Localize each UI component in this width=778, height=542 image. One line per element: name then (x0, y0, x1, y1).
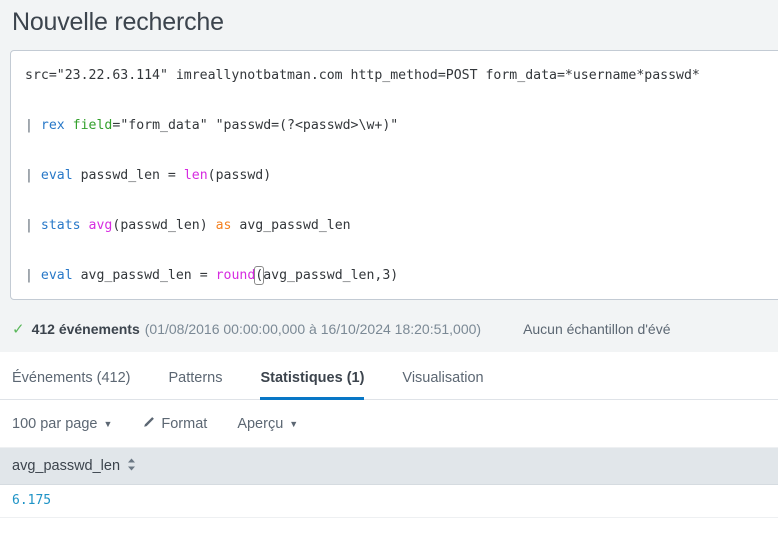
tab-patterns[interactable]: Patterns (168, 370, 222, 399)
page-title: Nouvelle recherche (12, 8, 224, 36)
per-page-dropdown[interactable]: 100 par page ▼ (12, 416, 112, 432)
spl-token-func: round (215, 268, 256, 283)
column-header-avg-passwd-len[interactable]: avg_passwd_len (0, 448, 778, 485)
tab-label: Visualisation (402, 370, 484, 386)
spl-token-pipe: | (25, 268, 41, 283)
tab-label: Patterns (168, 370, 223, 386)
sort-updown-icon[interactable] (127, 458, 136, 475)
spl-token-pipe: | (25, 118, 41, 133)
chevron-down-icon: ▼ (103, 419, 113, 429)
per-page-label: 100 par page (12, 415, 98, 432)
spl-token-cmd: rex (40, 118, 65, 133)
results-toolbar: 100 par page ▼ Format Aperçu ▼ (0, 400, 778, 448)
preview-label: Aperçu (237, 415, 284, 432)
check-icon: ✓ (12, 320, 25, 338)
table-cell: 6.175 (0, 484, 778, 518)
spl-token-plain: src="23.22.63.114" imreallynotbatman.com… (25, 68, 700, 83)
format-label: Format (161, 415, 208, 432)
results-tabs: Événements (412) Patterns Statistiques (1)… (0, 352, 778, 400)
tab-evenements[interactable]: Événements (412) (12, 370, 130, 399)
event-count-label: 412 événements (31, 321, 140, 337)
spl-token-cmd: stats (40, 218, 81, 233)
table-row: 6.175 (0, 484, 778, 518)
spl-token-plain: avg_passwd_len = (72, 268, 216, 283)
pencil-icon (142, 416, 155, 433)
preview-dropdown[interactable]: Aperçu ▼ (237, 416, 298, 432)
spl-token-cmd: eval (40, 168, 73, 183)
spl-token-func: len (183, 168, 208, 183)
tab-label: Statistiques (1) (260, 370, 365, 386)
spl-token-plain (81, 218, 89, 233)
results-panel: Événements (412) Patterns Statistiques (1)… (0, 352, 778, 542)
spl-token-plain: avg_passwd_len (231, 218, 351, 233)
event-sampling-label[interactable]: Aucun échantillon d'évé (523, 321, 670, 337)
spl-line[interactable]: | rex field="form_data" "passwd=(?<passw… (25, 101, 777, 151)
column-header-label: avg_passwd_len (12, 458, 121, 475)
spl-token-plain: (passwd) (207, 168, 272, 183)
spl-line[interactable]: | eval passwd_len = len(passwd) (25, 151, 777, 201)
spl-token-pipe: | (25, 168, 41, 183)
statistics-results-table: avg_passwd_len 6.175 (0, 448, 778, 518)
spl-token-cmd: eval (40, 268, 73, 283)
spl-query-text[interactable]: src="23.22.63.114" imreallynotbatman.com… (11, 51, 778, 299)
time-range-label: (01/08/2016 00:00:00,000 à 16/10/2024 18… (144, 321, 482, 337)
spl-token-plain: (passwd_len) (112, 218, 216, 233)
table-header-row: avg_passwd_len (0, 448, 778, 485)
spl-token-pipe: | (25, 218, 41, 233)
tab-label: Événements (412) (12, 370, 131, 386)
search-query-box[interactable]: src="23.22.63.114" imreallynotbatman.com… (10, 50, 778, 300)
spl-line[interactable]: src="23.22.63.114" imreallynotbatman.com… (25, 51, 777, 101)
spl-token-plain: avg_passwd_len,3) (263, 268, 399, 283)
tab-statistiques[interactable]: Statistiques (1) (260, 370, 365, 400)
spl-line[interactable]: | stats avg(passwd_len) as avg_passwd_le… (25, 201, 777, 251)
spl-token-plain: passwd_len = (72, 168, 184, 183)
spl-token-as: as (215, 218, 232, 233)
table-body: 6.175 (0, 484, 778, 518)
spl-token-plain (65, 118, 73, 133)
spl-token-func: avg (88, 218, 113, 233)
spl-line[interactable]: | eval avg_passwd_len = round(avg_passwd… (25, 251, 777, 299)
spl-token-plain: ="form_data" "passwd=(?<passwd>\w+)" (112, 118, 399, 133)
spl-token-field: field (72, 118, 113, 133)
tab-visualisation[interactable]: Visualisation (402, 370, 483, 399)
cell-value-link[interactable]: 6.175 (12, 493, 51, 508)
format-button[interactable]: Format (142, 415, 207, 432)
search-status-bar: ✓ 412 événements (01/08/2016 00:00:00,00… (0, 310, 778, 348)
chevron-down-icon: ▼ (289, 419, 299, 429)
